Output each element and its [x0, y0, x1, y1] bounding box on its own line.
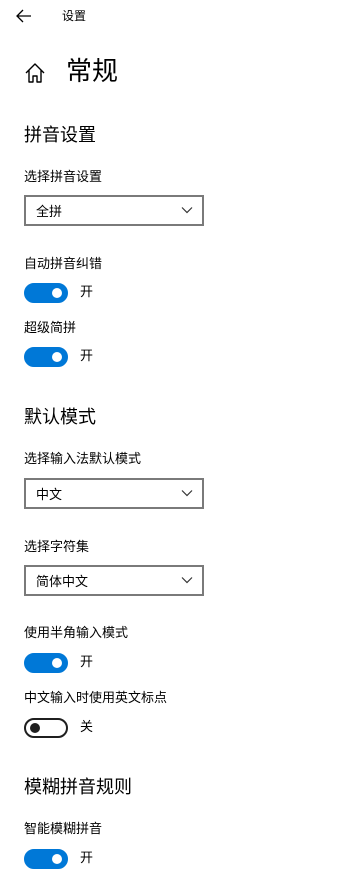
toggle-knob [30, 723, 40, 733]
halfwidth-row: 开 [24, 653, 93, 673]
english-punct-row: 关 [24, 718, 93, 738]
pinyin-setting-value: 全拼 [36, 205, 63, 220]
app-title: 设置 [62, 9, 87, 23]
chevron-down-icon [181, 577, 193, 584]
toggle-knob [52, 658, 62, 668]
pinyin-setting-label: 选择拼音设置 [24, 170, 103, 185]
toggle-knob [52, 352, 62, 362]
section-title-pinyin: 拼音设置 [24, 125, 96, 146]
smart-fuzzy-state: 开 [80, 851, 94, 866]
super-jianpin-label: 超级简拼 [24, 321, 77, 336]
halfwidth-label: 使用半角输入模式 [24, 626, 129, 641]
smart-fuzzy-row: 开 [24, 849, 93, 869]
pinyin-setting-dropdown[interactable]: 全拼 [24, 195, 204, 226]
ime-mode-value: 中文 [36, 488, 63, 503]
super-jianpin-toggle[interactable] [24, 347, 68, 367]
english-punct-toggle[interactable] [24, 718, 68, 738]
ime-mode-label: 选择输入法默认模式 [24, 452, 142, 467]
home-icon [25, 63, 45, 83]
toggle-knob [52, 288, 62, 298]
smart-fuzzy-toggle[interactable] [24, 849, 68, 869]
halfwidth-state: 开 [80, 655, 94, 670]
halfwidth-toggle[interactable] [24, 653, 68, 673]
super-jianpin-row: 开 [24, 347, 93, 367]
smart-fuzzy-label: 智能模糊拼音 [24, 822, 103, 837]
charset-value: 简体中文 [36, 575, 89, 590]
section-title-default-mode: 默认模式 [24, 407, 96, 428]
english-punct-label: 中文输入时使用英文标点 [24, 691, 168, 706]
section-title-fuzzy: 模糊拼音规则 [24, 777, 132, 798]
super-jianpin-state: 开 [80, 349, 94, 364]
chevron-down-icon [181, 490, 193, 497]
toggle-knob [52, 854, 62, 864]
charset-dropdown[interactable]: 简体中文 [24, 565, 204, 596]
arrow-left-icon [16, 9, 31, 23]
auto-correct-row: 开 [24, 283, 93, 303]
english-punct-state: 关 [80, 720, 94, 735]
ime-mode-dropdown[interactable]: 中文 [24, 478, 204, 509]
page-title: 常规 [66, 57, 119, 87]
back-button[interactable] [14, 7, 34, 25]
settings-page: 设置 常规 拼音设置 选择拼音设置 全拼 自动拼音纠错 开 超级简拼 开 默认模… [0, 0, 337, 874]
auto-correct-toggle[interactable] [24, 283, 68, 303]
auto-correct-state: 开 [80, 285, 94, 300]
auto-correct-label: 自动拼音纠错 [24, 257, 103, 272]
chevron-down-icon [181, 207, 193, 214]
charset-label: 选择字符集 [24, 540, 90, 555]
